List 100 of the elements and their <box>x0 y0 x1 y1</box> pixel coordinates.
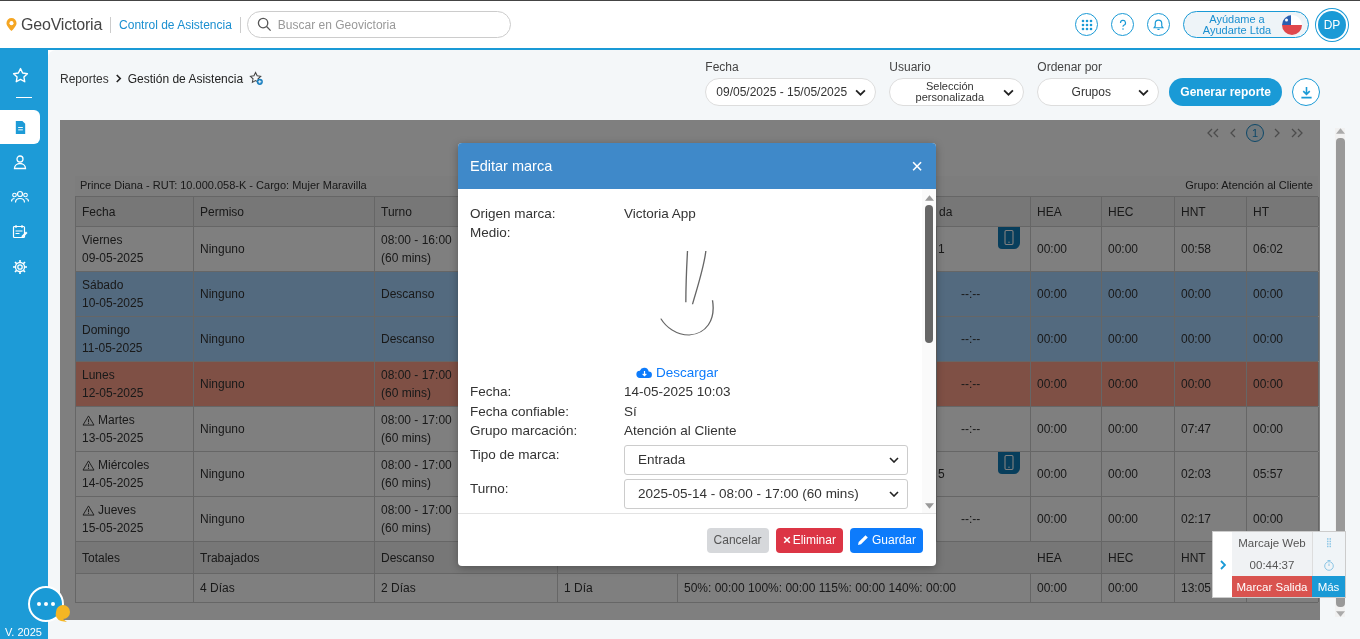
cloud-download-icon <box>636 365 653 379</box>
cancel-button[interactable]: Cancelar <box>706 527 769 553</box>
day-name: Viernes <box>82 233 123 247</box>
table-cell: 00:00 <box>1108 332 1139 346</box>
filter-label: Usuario <box>889 60 932 74</box>
user-avatar[interactable]: DP <box>1318 10 1346 39</box>
column-header: HNT <box>1181 550 1206 565</box>
breadcrumb-current: Gestión de Asistencia <box>127 71 244 86</box>
filter-dropdown[interactable]: 09/05/2025 - 15/05/2025 <box>705 78 877 106</box>
table-cell: 00:00 <box>1037 422 1068 436</box>
column-header: HEA <box>1037 550 1062 565</box>
day-name: Jueves <box>98 503 137 517</box>
group-info: Grupo: Atención al Cliente <box>1185 179 1313 193</box>
table-cell: --:-- <box>961 287 981 301</box>
download-link[interactable]: Descargar <box>656 364 719 380</box>
table-cell: 00:00 <box>1037 287 1068 301</box>
table-cell: 50%: 00:00 100%: 00:00 115%: 00:00 140%: 00:00 <box>684 581 956 595</box>
scrollbar-thumb[interactable] <box>925 205 933 343</box>
date-text: 10-05-2025 <box>82 296 144 310</box>
bell-icon <box>1152 18 1165 31</box>
table-cell: 00:00 <box>1037 467 1068 481</box>
field-label: Origen marca: <box>470 205 557 223</box>
chevron-down-icon <box>889 490 899 497</box>
shift-text: Descanso <box>381 287 435 301</box>
shift-text: 08:00 - 17:00 <box>381 368 452 382</box>
field-label: Tipo de marca: <box>470 445 561 464</box>
date-text: 11-05-2025 <box>82 341 143 355</box>
table-cell: 00:00 <box>1181 287 1212 301</box>
field-value: 14-05-2025 10:03 <box>624 383 732 401</box>
scroll-up-icon[interactable] <box>1335 128 1345 134</box>
column-header: HEA <box>1037 204 1062 219</box>
chevron-down-icon <box>1138 88 1150 96</box>
date-text: 12-05-2025 <box>82 386 144 400</box>
download-icon <box>1299 85 1313 99</box>
chevron-down-icon <box>889 456 899 463</box>
select-field[interactable]: Entrada <box>624 444 908 475</box>
table-cell: 00:00 <box>1108 581 1139 595</box>
drag-handle-icon[interactable] <box>1327 537 1331 548</box>
save-button[interactable]: Guardar <box>849 527 923 553</box>
filter-dropdown[interactable]: Grupos <box>1037 78 1160 106</box>
day-name: Martes <box>98 413 135 427</box>
previous-page-icon[interactable] <box>1229 128 1237 138</box>
table-cell: 00:00 <box>1037 377 1068 391</box>
last-page-icon[interactable] <box>1290 128 1304 138</box>
close-button[interactable]: × <box>910 158 924 174</box>
column-header: HEC <box>1108 550 1134 565</box>
field-label: Grupo marcación: <box>470 422 579 440</box>
table-cell: 1 Día <box>564 581 593 595</box>
table-cell: 13:05 <box>1181 581 1212 595</box>
filter-label: Fecha <box>705 60 740 74</box>
column-header: HEC <box>1108 204 1134 219</box>
day-name: Miércoles <box>98 458 150 472</box>
module-link[interactable]: Control de Asistencia <box>119 17 232 32</box>
generate-report-button[interactable]: Generar reporte <box>1169 78 1282 106</box>
help-button[interactable] <box>1111 13 1134 36</box>
account-switcher[interactable]: Ayúdame a Ayudarte Ltda <box>1183 11 1309 38</box>
scroll-down-icon[interactable] <box>924 503 934 509</box>
star-icon <box>11 66 29 84</box>
table-cell: 00:00 <box>1108 467 1139 481</box>
notifications-button[interactable] <box>1147 13 1170 36</box>
location-pin-icon <box>6 18 17 31</box>
table-cell: 00:00 <box>1108 242 1139 256</box>
more-button[interactable]: Más <box>1312 576 1345 597</box>
table-cell: 07:47 <box>1181 422 1212 436</box>
star-add-icon[interactable] <box>249 71 265 86</box>
page-button[interactable]: 1 <box>1246 124 1264 142</box>
table-cell: Ninguno <box>200 467 245 481</box>
first-page-icon[interactable] <box>1206 128 1220 138</box>
field-value: Sí <box>624 402 638 421</box>
filter-dropdown[interactable]: Selección personalizada <box>889 78 1025 106</box>
sidebar-item[interactable] <box>0 110 40 144</box>
scroll-down-icon[interactable] <box>1335 611 1345 617</box>
table-cell: 00:00 <box>1108 422 1139 436</box>
day-name: Sábado <box>82 278 124 292</box>
table-cell: 00:00 <box>1253 287 1284 301</box>
close-icon <box>782 536 791 544</box>
next-page-icon[interactable] <box>1273 128 1281 138</box>
column-header: Fecha <box>82 204 116 219</box>
date-text: 13-05-2025 <box>82 431 144 445</box>
column-header: da <box>939 204 953 219</box>
download-button[interactable] <box>1292 78 1320 106</box>
table-cell: 00:00 <box>1253 332 1284 346</box>
breadcrumb-link[interactable]: Reportes <box>60 71 109 86</box>
search-field[interactable]: Buscar en Geovictoria <box>246 11 511 38</box>
people-icon <box>11 189 29 205</box>
clock-out-button[interactable]: Marcar Salida <box>1232 576 1312 597</box>
table-cell: 00:00 <box>1037 512 1068 526</box>
apps-button[interactable] <box>1075 13 1098 36</box>
table-cell: --:-- <box>961 332 981 346</box>
delete-button[interactable]: Eliminar <box>775 527 843 553</box>
column-header: Permiso <box>200 204 244 219</box>
scrollbar[interactable] <box>922 189 936 513</box>
shift-text: 08:00 - 17:00 <box>381 503 452 517</box>
select-field[interactable]: 2025-05-14 - 08:00 - 17:00 (60 mins) <box>624 478 908 509</box>
break-text: (60 mins) <box>381 251 431 265</box>
table-cell: 00:00 <box>1253 422 1284 436</box>
break-text: (60 mins) <box>381 386 431 400</box>
settings-icon <box>12 259 28 275</box>
filter-label: Ordenar por <box>1037 60 1103 74</box>
date-text: 14-05-2025 <box>82 476 144 490</box>
